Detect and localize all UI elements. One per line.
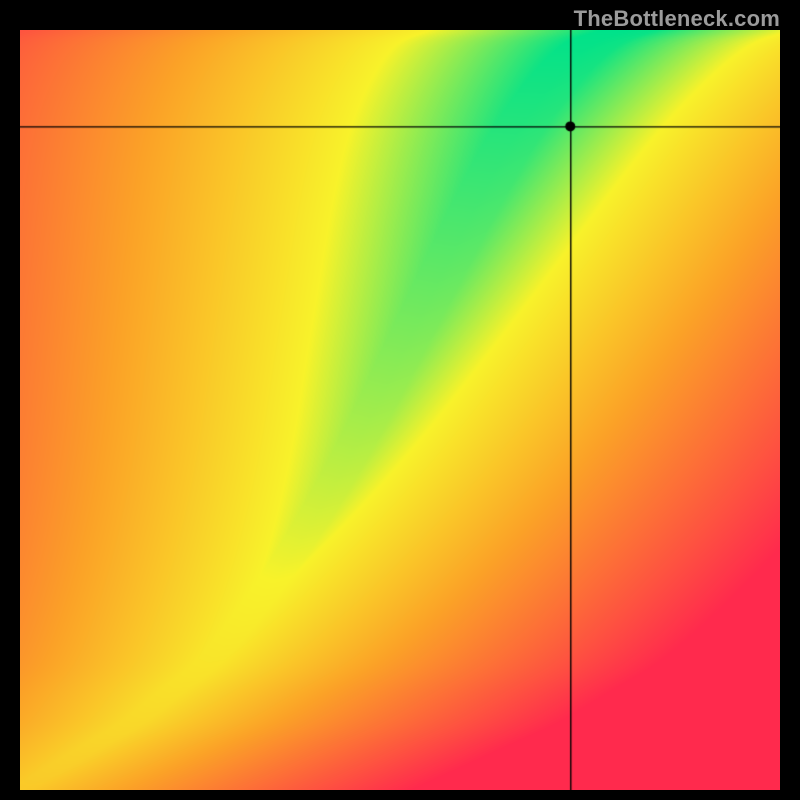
plot-area bbox=[20, 30, 780, 790]
heatmap-canvas bbox=[20, 30, 780, 790]
watermark-label: TheBottleneck.com bbox=[574, 6, 780, 32]
chart-frame: TheBottleneck.com bbox=[0, 0, 800, 800]
